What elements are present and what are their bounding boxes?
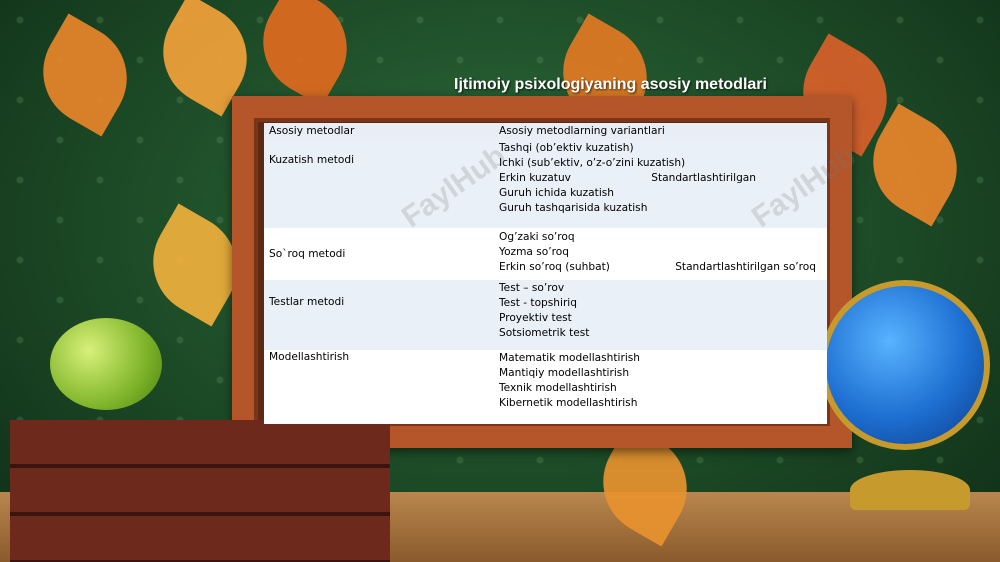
- variants-cell: Matematik modellashtirish Mantiqiy model…: [494, 350, 827, 422]
- table-header-row: Asosiy metodlar Asosiy metodlarning vari…: [264, 123, 827, 139]
- variant-item: Erkin so’roq (suhbat): [499, 261, 610, 273]
- methods-table: Asosiy metodlar Asosiy metodlarning vari…: [264, 123, 827, 424]
- variant-item: Matematik modellashtirish: [499, 352, 640, 364]
- variant-item: Test – so’rov: [499, 282, 565, 294]
- apple-icon: [50, 318, 162, 410]
- variants-cell: Tashqi (ob’ektiv kuzatish) Ichki (sub’ek…: [494, 139, 827, 228]
- method-cell: Testlar metodi: [264, 280, 494, 350]
- variant-item: Proyektiv test: [499, 312, 572, 324]
- variant-item: Yozma so’roq: [499, 246, 569, 258]
- table-row: So`roq metodi Og’zaki so’roq Yozma so’ro…: [264, 228, 827, 280]
- header-methods: Asosiy metodlar: [264, 123, 494, 139]
- variant-item-pair: Erkin so’roq (suhbat) Standartlashtirilg…: [499, 260, 822, 275]
- variant-item: Test - topshiriq: [499, 297, 577, 309]
- method-cell: So`roq metodi: [264, 228, 494, 280]
- globe-stand: [850, 470, 970, 510]
- method-label: Modellashtirish: [269, 351, 350, 363]
- header-variants: Asosiy metodlarning variantlari: [494, 123, 827, 139]
- method-label: So`roq metodi: [269, 248, 346, 260]
- method-cell: Modellashtirish: [264, 350, 494, 422]
- method-cell: Kuzatish metodi: [264, 139, 494, 228]
- method-label: Kuzatish metodi: [269, 154, 355, 166]
- variant-item: Kibernetik modellashtirish: [499, 397, 638, 409]
- variant-item: Ichki (sub’ektiv, o’z-o’zini kuzatish): [499, 157, 686, 169]
- variant-item: Erkin kuzatuv: [499, 172, 571, 184]
- table-row: Kuzatish metodi Tashqi (ob’ektiv kuzatis…: [264, 139, 827, 228]
- slide-title: Ijtimoiy psixologiyaning asosiy metodlar…: [454, 76, 767, 93]
- globe-icon: [820, 280, 990, 450]
- method-label: Testlar metodi: [269, 296, 345, 308]
- variant-item: Sotsiometrik test: [499, 327, 590, 339]
- variant-item-right: Standartlashtirilgan so’roq: [675, 261, 816, 273]
- table-row: Modellashtirish Matematik modellashtiris…: [264, 350, 827, 422]
- variant-item: Og’zaki so’roq: [499, 231, 575, 243]
- variant-item-right: Standartlashtirilgan: [651, 172, 756, 184]
- variant-item: Mantiqiy modellashtirish: [499, 367, 630, 379]
- variants-cell: Og’zaki so’roq Yozma so’roq Erkin so’roq…: [494, 228, 827, 280]
- variant-item: Tashqi (ob’ektiv kuzatish): [499, 142, 634, 154]
- variant-item: Texnik modellashtirish: [499, 382, 617, 394]
- variant-item: Guruh ichida kuzatish: [499, 187, 614, 199]
- table-row: Testlar metodi Test – so’rov Test - tops…: [264, 280, 827, 350]
- variant-item-pair: Erkin kuzatuv Standartlashtirilgan: [499, 171, 822, 186]
- variants-cell: Test – so’rov Test - topshiriq Proyektiv…: [494, 280, 827, 350]
- book-stack: [10, 420, 390, 562]
- variant-item: Guruh tashqarisida kuzatish: [499, 202, 648, 214]
